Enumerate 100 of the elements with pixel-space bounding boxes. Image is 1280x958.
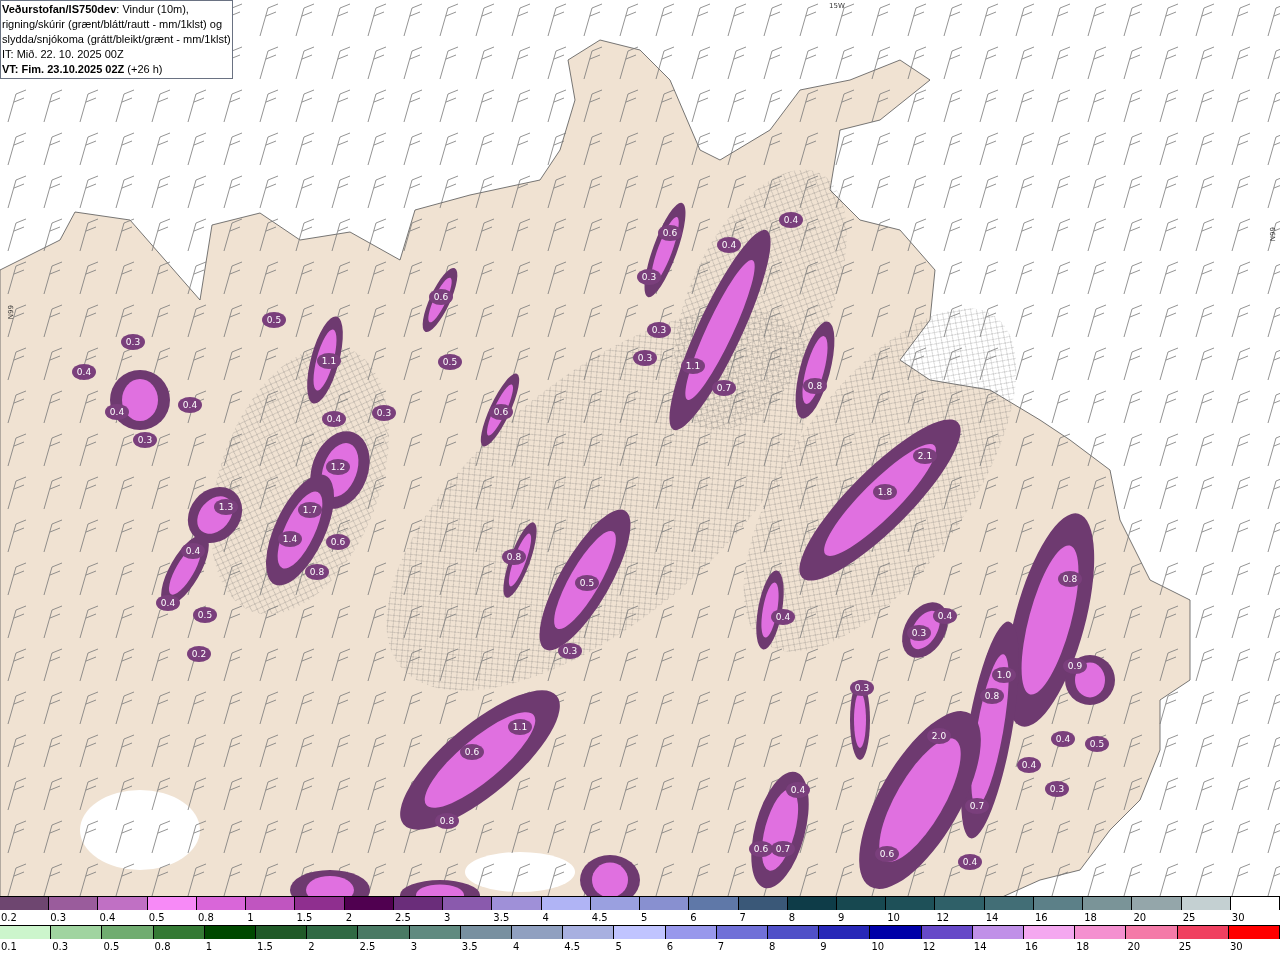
legend-label: 0.5 bbox=[102, 940, 121, 954]
legend-label: 20 bbox=[1132, 911, 1148, 925]
precipitation-value-label: 0.4 bbox=[185, 546, 201, 556]
precipitation-value-label: 0.4 bbox=[790, 785, 806, 795]
legend-label: 4.5 bbox=[563, 940, 582, 954]
legend-label: 4 bbox=[541, 911, 550, 925]
legend-label: 2 bbox=[307, 940, 316, 954]
legend-label: 14 bbox=[972, 940, 988, 954]
legend-label: 9 bbox=[837, 911, 846, 925]
precipitation-value-label: 0.2 bbox=[191, 649, 207, 659]
precipitation-value-label: 0.8 bbox=[807, 381, 823, 391]
precipitation-value-label: 0.4 bbox=[1021, 760, 1037, 770]
legend-label: 3 bbox=[409, 940, 418, 954]
precipitation-value-label: 0.3 bbox=[637, 353, 653, 363]
precipitation-value-label: 0.4 bbox=[775, 612, 791, 622]
legend-label: 7 bbox=[738, 911, 747, 925]
legend-label: 9 bbox=[819, 940, 828, 954]
legend-label: 3.5 bbox=[492, 911, 511, 925]
legend-label: 5 bbox=[640, 911, 649, 925]
legend-label: 30 bbox=[1228, 940, 1244, 954]
precipitation-value-label: 1.3 bbox=[218, 502, 234, 512]
legend-label: 7 bbox=[716, 940, 726, 954]
precipitation-value-label: 0.6 bbox=[330, 537, 346, 547]
precipitation-value-label: 0.5 bbox=[197, 610, 213, 620]
precipitation-value-label: 0.4 bbox=[160, 598, 176, 608]
precipitation-value-label: 0.3 bbox=[911, 628, 927, 638]
legend-label: 16 bbox=[1033, 911, 1049, 925]
precipitation-value-label: 0.3 bbox=[1049, 784, 1065, 794]
legend-label: 0.2 bbox=[0, 911, 18, 925]
precipitation-value-label: 0.6 bbox=[879, 849, 895, 859]
legend-label: 16 bbox=[1024, 940, 1039, 954]
legend-label: 2 bbox=[344, 911, 353, 925]
legend-label: 0.8 bbox=[153, 940, 172, 954]
precipitation-value-label: 1.8 bbox=[877, 487, 893, 497]
precipitation-value-label: 0.7 bbox=[716, 383, 732, 393]
precipitation-value-label: 0.3 bbox=[651, 325, 667, 335]
precipitation-value-label: 0.5 bbox=[579, 578, 595, 588]
precipitation-value-label: 0.8 bbox=[984, 691, 1000, 701]
precipitation-value-label: 0.9 bbox=[1067, 661, 1083, 671]
precipitation-value-label: 0.6 bbox=[433, 292, 449, 302]
precipitation-value-label: 0.5 bbox=[266, 315, 282, 325]
precipitation-value-label: 1.1 bbox=[685, 361, 701, 371]
precipitation-value-label: 0.5 bbox=[442, 357, 458, 367]
precipitation-value-label: 0.6 bbox=[662, 228, 678, 238]
legend-label: 30 bbox=[1230, 911, 1246, 925]
precipitation-value-label: 2.1 bbox=[917, 451, 933, 461]
legend-label: 6 bbox=[689, 911, 698, 925]
legend-label: 18 bbox=[1075, 940, 1090, 954]
legend-label: 1.5 bbox=[295, 911, 314, 925]
precipitation-value-label: 1.0 bbox=[996, 670, 1012, 680]
precipitation-value-label: 0.4 bbox=[76, 367, 92, 377]
legend-label: 0.8 bbox=[196, 911, 215, 925]
precipitation-value-label: 0.3 bbox=[137, 435, 153, 445]
precipitation-value-label: 1.4 bbox=[282, 534, 298, 544]
precipitation-value-label: 2.0 bbox=[931, 731, 947, 741]
legend-label: 0.4 bbox=[98, 911, 117, 925]
legend-label: 3 bbox=[443, 911, 452, 925]
precipitation-value-label: 0.6 bbox=[753, 844, 769, 854]
legend-label: 3.5 bbox=[460, 940, 479, 954]
legend-label: 0.5 bbox=[147, 911, 166, 925]
precipitation-value-label: 0.3 bbox=[562, 646, 578, 656]
precipitation-value-label: 0.4 bbox=[962, 857, 978, 867]
legend-label: 12 bbox=[935, 911, 951, 925]
legend-label: 18 bbox=[1083, 911, 1098, 925]
precipitation-value-label: 0.6 bbox=[464, 747, 480, 757]
legend-label: 1 bbox=[204, 940, 214, 954]
legend-label: 2.5 bbox=[393, 911, 412, 925]
precipitation-value-label: 0.3 bbox=[376, 408, 392, 418]
legend-label: 5 bbox=[614, 940, 623, 954]
legend-label: 6 bbox=[665, 940, 674, 954]
precipitation-value-label: 1.1 bbox=[321, 356, 337, 366]
precipitation-value-label: 0.8 bbox=[506, 552, 522, 562]
precipitation-value-label: 0.4 bbox=[721, 240, 737, 250]
precipitation-value-label: 0.4 bbox=[783, 215, 799, 225]
legend-label: 8 bbox=[787, 911, 797, 925]
precipitation-value-label: 0.8 bbox=[439, 816, 455, 826]
legend-label: 20 bbox=[1126, 940, 1142, 954]
legend-label: 2.5 bbox=[358, 940, 377, 954]
precipitation-value-label: 1.7 bbox=[302, 505, 318, 515]
precipitation-value-label: 0.6 bbox=[493, 407, 509, 417]
legend-label: 4 bbox=[512, 940, 521, 954]
precipitation-value-label: 0.4 bbox=[1055, 734, 1071, 744]
legend-label: 25 bbox=[1181, 911, 1197, 925]
precipitation-value-label: 0.8 bbox=[1062, 574, 1078, 584]
precipitation-value-label: 1.2 bbox=[330, 462, 346, 472]
precipitation-value-label: 0.4 bbox=[937, 611, 953, 621]
legend-label: 12 bbox=[921, 940, 937, 954]
precipitation-value-label: 1.1 bbox=[512, 722, 528, 732]
legend-label: 0.3 bbox=[49, 911, 68, 925]
legend-label: 10 bbox=[870, 940, 886, 954]
precipitation-value-label: 0.4 bbox=[109, 407, 125, 417]
legend-label: 1.5 bbox=[256, 940, 274, 954]
precipitation-value-label: 0.3 bbox=[125, 337, 141, 347]
precipitation-value-label: 0.3 bbox=[641, 272, 657, 282]
precipitation-value-label: 0.5 bbox=[1089, 739, 1105, 749]
precipitation-value-label: 0.3 bbox=[854, 683, 870, 693]
legend-label: 10 bbox=[886, 911, 901, 925]
precipitation-value-label: 0.7 bbox=[969, 801, 985, 811]
legend-label: 1 bbox=[246, 911, 255, 925]
legend-label: 4.5 bbox=[590, 911, 609, 925]
